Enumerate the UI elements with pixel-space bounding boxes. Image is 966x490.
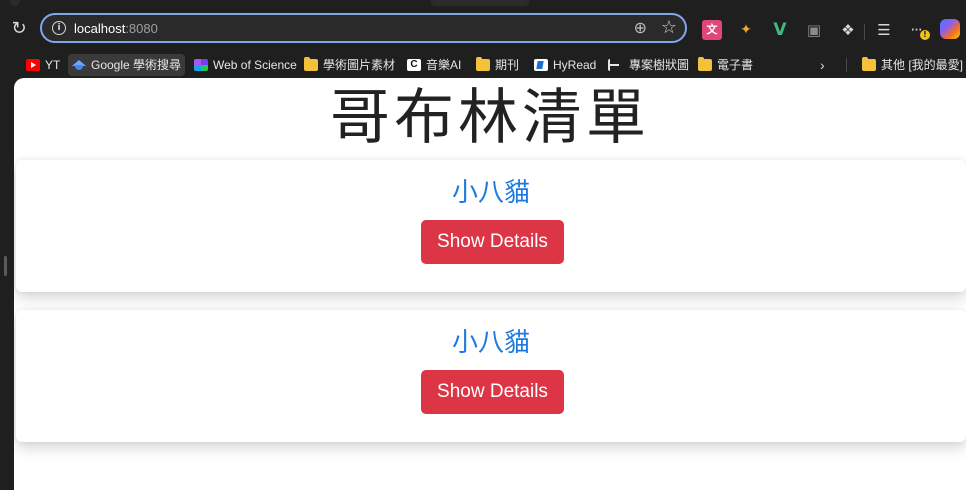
bookmark-label: Web of Science <box>213 58 297 72</box>
bookmark-label: 學術圖片素材 <box>323 58 396 72</box>
web-of-science-icon <box>194 58 208 71</box>
bookmarks-bar: YT Google 學術搜尋 Web of Science 學術圖片素材 C 音樂… <box>0 52 966 78</box>
site-info-icon[interactable]: i <box>52 21 66 35</box>
bookmark-label: Google 學術搜尋 <box>91 58 182 72</box>
project-tree-icon <box>608 58 624 71</box>
cookie-extension-icon[interactable]: ✦ <box>736 20 756 40</box>
goblin-name: 小八貓 <box>451 328 530 358</box>
goblin-card: 小八貓 Show Details <box>16 310 966 442</box>
google-scholar-icon <box>72 59 86 71</box>
bookmark-label: 音樂AI <box>426 58 462 72</box>
reload-icon[interactable]: ↻ <box>8 18 30 40</box>
show-details-button[interactable]: Show Details <box>421 370 564 414</box>
bookmark-label: 電子書 <box>717 58 754 72</box>
favorites-icon[interactable]: ☰ <box>874 20 894 40</box>
update-badge-icon: ! <box>920 30 930 40</box>
url-text[interactable]: localhost:8080 <box>74 21 158 36</box>
translate-extension-icon[interactable]: 文 <box>702 20 722 40</box>
bookmark-yt[interactable]: YT <box>22 54 64 76</box>
browser-toolbar: ↻ i localhost:8080 ⊕ ☆ 文 ✦ V ▣ ❖ ☰ ··· ! <box>0 8 966 52</box>
vue-devtools-icon[interactable]: V <box>770 20 790 40</box>
bookmark-folder-images[interactable]: 學術圖片素材 <box>300 54 399 76</box>
bookmark-label: HyRead <box>553 58 597 72</box>
address-bar[interactable]: i localhost:8080 ⊕ ☆ <box>40 13 687 43</box>
bookmark-hyread[interactable]: HyRead <box>530 54 600 76</box>
web-page: 哥布林清單 小八貓 Show Details 小八貓 Show Details <box>14 78 966 490</box>
goblin-card: 小八貓 Show Details <box>16 160 966 292</box>
bookmark-label: 其他 [我的最愛] <box>881 58 964 72</box>
bookmark-star-icon[interactable]: ☆ <box>661 17 677 38</box>
bookmarks-divider <box>846 58 847 72</box>
bookmark-web-of-science[interactable]: Web of Science <box>190 54 301 76</box>
bookmark-label: YT <box>45 58 61 72</box>
bookmark-label: 期刊 <box>495 58 520 72</box>
bookmarks-overflow-chevron-icon[interactable]: › <box>820 54 825 76</box>
tab-edge[interactable] <box>430 0 530 6</box>
goblin-name: 小八貓 <box>451 178 530 208</box>
sidebar-edge <box>0 78 14 490</box>
folder-icon <box>862 56 876 71</box>
screenshot-extension-icon[interactable]: ▣ <box>804 20 824 40</box>
bookmark-other-favorites[interactable]: 其他 [我的最愛] <box>858 54 966 76</box>
url-host: localhost <box>74 21 126 36</box>
bookmark-music-ai[interactable]: C 音樂AI <box>403 54 465 76</box>
bookmark-folder-ebooks[interactable]: 電子書 <box>694 54 757 76</box>
bookmark-folder-journals[interactable]: 期刊 <box>472 54 523 76</box>
bookmark-project-tree[interactable]: 專案樹狀圖 <box>604 54 693 76</box>
folder-icon <box>304 56 318 71</box>
folder-icon <box>698 56 712 71</box>
youtube-icon <box>26 58 40 71</box>
hyread-icon <box>534 58 548 71</box>
copilot-icon[interactable] <box>940 19 960 39</box>
tab-strip <box>0 0 966 8</box>
url-port: :8080 <box>125 21 158 36</box>
folder-icon <box>476 56 490 71</box>
resize-handle[interactable] <box>4 256 7 276</box>
app-c-icon: C <box>407 58 421 71</box>
tab-edge[interactable] <box>10 0 20 6</box>
bookmark-label: 專案樹狀圖 <box>629 58 690 72</box>
show-details-button[interactable]: Show Details <box>421 220 564 264</box>
bookmark-google-scholar[interactable]: Google 學術搜尋 <box>68 54 186 76</box>
extensions-puzzle-icon[interactable]: ❖ <box>838 20 858 40</box>
toolbar-divider <box>864 24 865 40</box>
zoom-icon[interactable]: ⊕ <box>634 18 647 37</box>
page-title: 哥布林清單 <box>330 83 650 153</box>
